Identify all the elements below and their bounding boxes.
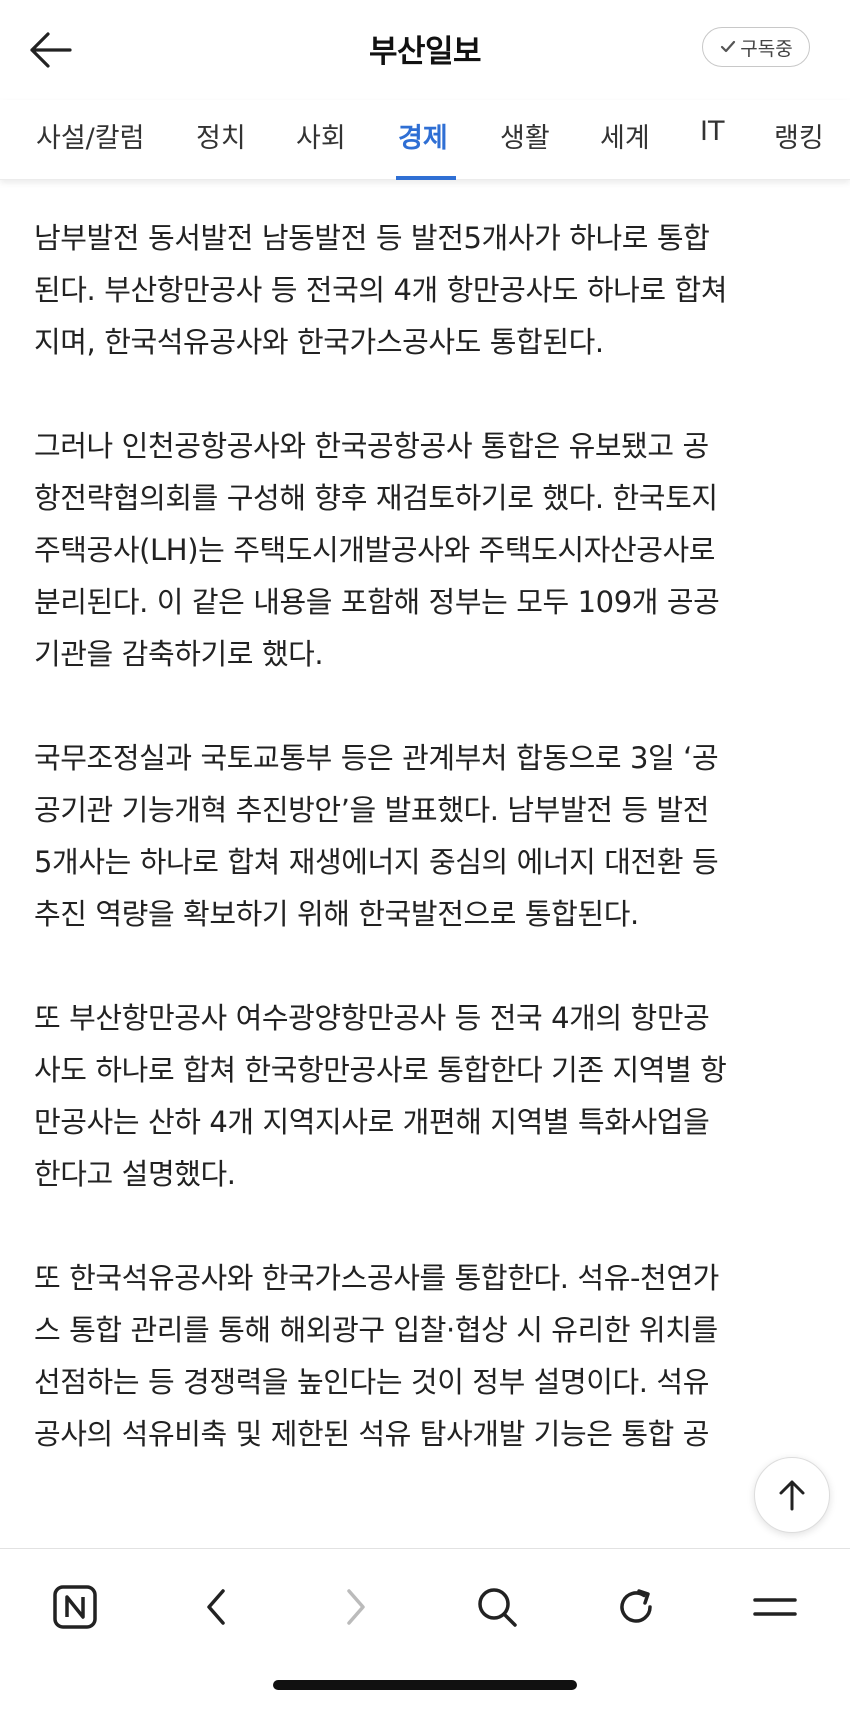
tab-it[interactable]: IT [700, 116, 724, 180]
tab-politics[interactable]: 정치 [196, 116, 246, 180]
menu-icon [753, 1598, 797, 1616]
article-line: 선점하는 등 경쟁력을 높인다는 것이 정부 설명이다. 석유 [34, 1365, 709, 1399]
top-bar: 부산일보 구독중 [0, 0, 850, 100]
nav-forward-button[interactable] [326, 1577, 386, 1637]
article-line: 또 부산항만공사 여수광양항만공사 등 전국 4개의 항만공 [34, 1001, 710, 1035]
search-button[interactable] [467, 1577, 527, 1637]
subscribe-button[interactable]: 구독중 [702, 27, 810, 67]
article-paragraph: 국무조정실과 국토교통부 등은 관계부처 합동으로 3일 ‘공 공기관 기능개혁… [34, 732, 814, 940]
forward-icon [347, 1589, 365, 1625]
article-paragraph: 또 한국석유공사와 한국가스공사를 통합한다. 석유-천연가 스 통합 관리를 … [34, 1252, 814, 1460]
home-indicator [273, 1680, 577, 1690]
article-line: 추진 역량을 확보하기 위해 한국발전으로 통합된다. [34, 897, 639, 931]
article-line: 기관을 감축하기로 했다. [34, 637, 324, 671]
article-paragraph: 또 부산항만공사 여수광양항만공사 등 전국 4개의 항만공 사도 하나로 합쳐… [34, 992, 814, 1200]
tab-opinion[interactable]: 사설/칼럼 [36, 116, 144, 180]
tab-society[interactable]: 사회 [296, 116, 346, 180]
article-line: 국무조정실과 국토교통부 등은 관계부처 합동으로 3일 ‘공 [34, 741, 719, 775]
back-icon [207, 1589, 225, 1625]
nav-back-button[interactable] [186, 1577, 246, 1637]
subscribe-label: 구독중 [740, 37, 793, 60]
article-line: 공사의 석유비축 및 제한된 석유 탐사개발 기능은 통합 공 [34, 1417, 709, 1451]
article-paragraph: 그러나 인천공항공사와 한국공항공사 통합은 유보됐고 공 항전략협의회를 구성… [34, 420, 814, 680]
n-logo-icon [53, 1585, 97, 1629]
article-body: 남부발전 동서발전 남동발전 등 발전5개사가 하나로 통합 된다. 부산항만공… [34, 212, 814, 1512]
category-tabs: 사설/칼럼 정치 사회 경제 생활 세계 IT 랭킹 [0, 100, 850, 180]
tab-ranking[interactable]: 랭킹 [774, 116, 824, 180]
tab-economy[interactable]: 경제 [398, 116, 448, 180]
article-line: 사도 하나로 합쳐 한국항만공사로 통합한다 기존 지역별 항 [34, 1053, 727, 1087]
article-line: 지며, 한국석유공사와 한국가스공사도 통합된다. [34, 325, 604, 359]
article-line: 된다. 부산항만공사 등 전국의 4개 항만공사도 하나로 합쳐 [34, 273, 728, 307]
menu-button[interactable] [745, 1577, 805, 1637]
article-paragraph: 남부발전 동서발전 남동발전 등 발전5개사가 하나로 통합 된다. 부산항만공… [34, 212, 814, 368]
article-line: 한다고 설명했다. [34, 1157, 236, 1191]
page: 부산일보 구독중 사설/칼럼 정치 사회 경제 생활 세계 IT 랭킹 남부발전… [0, 0, 850, 1710]
article-line: 스 통합 관리를 통해 해외광구 입찰·협상 시 유리한 위치를 [34, 1313, 718, 1347]
article-line: 항전략협의회를 구성해 향후 재검토하기로 했다. 한국토지 [34, 481, 718, 515]
tab-life[interactable]: 생활 [500, 116, 550, 180]
arrow-up-icon [779, 1480, 805, 1511]
article-line: 또 한국석유공사와 한국가스공사를 통합한다. 석유-천연가 [34, 1261, 719, 1295]
article-line: 남부발전 동서발전 남동발전 등 발전5개사가 하나로 통합 [34, 221, 710, 255]
refresh-button[interactable] [607, 1577, 667, 1637]
article-line: 그러나 인천공항공사와 한국공항공사 통합은 유보됐고 공 [34, 429, 709, 463]
active-tab-indicator [396, 176, 456, 180]
article-line: 공기관 기능개혁 추진방안’을 발표했다. 남부발전 등 발전 [34, 793, 709, 827]
article-line: 주택공사(LH)는 주택도시개발공사와 주택도시자산공사로 [34, 533, 716, 567]
refresh-icon [620, 1589, 652, 1623]
article-line: 5개사는 하나로 합쳐 재생에너지 중심의 에너지 대전환 등 [34, 845, 719, 879]
naver-home-button[interactable] [45, 1577, 105, 1637]
article-line: 분리된다. 이 같은 내용을 포함해 정부는 모두 109개 공공 [34, 585, 720, 619]
scroll-top-button[interactable] [754, 1457, 830, 1533]
check-icon [719, 39, 737, 55]
tab-world[interactable]: 세계 [600, 116, 650, 180]
article-line: 만공사는 산하 4개 지역지사로 개편해 지역별 특화사업을 [34, 1105, 710, 1139]
search-icon [478, 1588, 517, 1627]
